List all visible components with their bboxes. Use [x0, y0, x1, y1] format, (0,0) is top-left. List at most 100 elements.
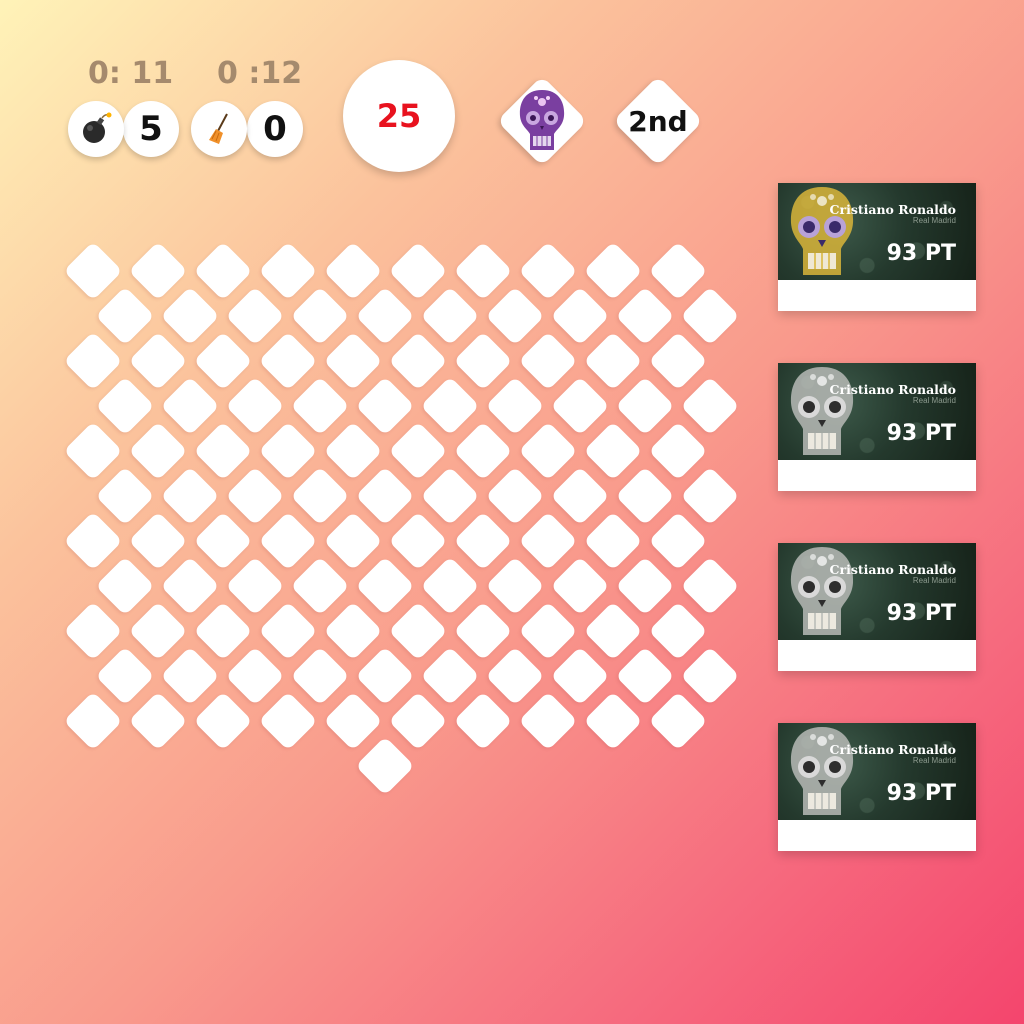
board-tile[interactable]	[160, 376, 220, 436]
board-tile[interactable]	[420, 286, 480, 346]
board-tile[interactable]	[485, 466, 545, 526]
board-tile[interactable]	[193, 691, 253, 751]
board-tile[interactable]	[518, 421, 578, 481]
board-tile[interactable]	[323, 331, 383, 391]
board-tile[interactable]	[648, 691, 708, 751]
board-tile[interactable]	[615, 556, 675, 616]
board-tile[interactable]	[648, 331, 708, 391]
board-tile[interactable]	[420, 466, 480, 526]
board-tile[interactable]	[485, 646, 545, 706]
board-tile[interactable]	[388, 601, 448, 661]
board-tile[interactable]	[193, 241, 253, 301]
board-tile[interactable]	[518, 691, 578, 751]
player-card[interactable]: Cristiano Ronaldo Real Madrid 93 PT	[778, 723, 976, 851]
board-tile[interactable]	[583, 241, 643, 301]
board-tile[interactable]	[355, 736, 415, 796]
board-tile[interactable]	[258, 511, 318, 571]
board-tile[interactable]	[583, 331, 643, 391]
board-tile[interactable]	[63, 241, 123, 301]
board-tile[interactable]	[193, 601, 253, 661]
board-tile[interactable]	[323, 691, 383, 751]
board-tile[interactable]	[453, 421, 513, 481]
board-tile[interactable]	[95, 466, 155, 526]
board-tile[interactable]	[388, 241, 448, 301]
board-tile[interactable]	[63, 511, 123, 571]
board-tile[interactable]	[615, 286, 675, 346]
board-tile[interactable]	[323, 511, 383, 571]
board-tile[interactable]	[258, 331, 318, 391]
board-tile[interactable]	[680, 286, 740, 346]
player-card[interactable]: Cristiano Ronaldo Real Madrid 93 PT	[778, 543, 976, 671]
board-tile[interactable]	[193, 421, 253, 481]
board-tile[interactable]	[323, 241, 383, 301]
board-tile[interactable]	[63, 691, 123, 751]
board-tile[interactable]	[258, 241, 318, 301]
board-tile[interactable]	[355, 376, 415, 436]
board-tile[interactable]	[680, 376, 740, 436]
board-tile[interactable]	[323, 421, 383, 481]
board-tile[interactable]	[680, 646, 740, 706]
board-tile[interactable]	[518, 601, 578, 661]
board-tile[interactable]	[160, 646, 220, 706]
board-tile[interactable]	[128, 691, 188, 751]
board-tile[interactable]	[355, 556, 415, 616]
board-tile[interactable]	[680, 466, 740, 526]
board-tile[interactable]	[485, 556, 545, 616]
board-tile[interactable]	[95, 646, 155, 706]
board-tile[interactable]	[453, 241, 513, 301]
board-tile[interactable]	[518, 511, 578, 571]
board-tile[interactable]	[160, 466, 220, 526]
board-tile[interactable]	[550, 646, 610, 706]
board-tile[interactable]	[128, 241, 188, 301]
board-tile[interactable]	[290, 556, 350, 616]
board-tile[interactable]	[290, 466, 350, 526]
board-tile[interactable]	[128, 511, 188, 571]
board-tile[interactable]	[225, 376, 285, 436]
board-tile[interactable]	[420, 646, 480, 706]
board-tile[interactable]	[160, 286, 220, 346]
board-tile[interactable]	[193, 511, 253, 571]
board-tile[interactable]	[160, 556, 220, 616]
board-tile[interactable]	[615, 646, 675, 706]
board-tile[interactable]	[128, 331, 188, 391]
board-tile[interactable]	[518, 331, 578, 391]
board-tile[interactable]	[550, 466, 610, 526]
board-tile[interactable]	[258, 601, 318, 661]
board-tile[interactable]	[583, 691, 643, 751]
board-tile[interactable]	[290, 376, 350, 436]
player-card[interactable]: Cristiano Ronaldo Real Madrid 93 PT	[778, 183, 976, 311]
board-tile[interactable]	[550, 556, 610, 616]
board-tile[interactable]	[95, 376, 155, 436]
board-tile[interactable]	[193, 331, 253, 391]
board-tile[interactable]	[355, 286, 415, 346]
board-tile[interactable]	[388, 421, 448, 481]
board-tile[interactable]	[420, 376, 480, 436]
board-tile[interactable]	[225, 466, 285, 526]
board-tile[interactable]	[648, 241, 708, 301]
board-tile[interactable]	[63, 331, 123, 391]
board-tile[interactable]	[95, 556, 155, 616]
board-tile[interactable]	[355, 466, 415, 526]
board-tile[interactable]	[388, 511, 448, 571]
board-tile[interactable]	[680, 556, 740, 616]
board-tile[interactable]	[648, 511, 708, 571]
board-tile[interactable]	[128, 601, 188, 661]
board-tile[interactable]	[128, 421, 188, 481]
board-tile[interactable]	[355, 646, 415, 706]
board-tile[interactable]	[518, 241, 578, 301]
board-tile[interactable]	[615, 376, 675, 436]
board-tile[interactable]	[453, 331, 513, 391]
board-tile[interactable]	[63, 601, 123, 661]
player-card[interactable]: Cristiano Ronaldo Real Madrid 93 PT	[778, 363, 976, 491]
board-tile[interactable]	[583, 601, 643, 661]
broom-button[interactable]	[191, 101, 247, 157]
board-tile[interactable]	[648, 421, 708, 481]
board-tile[interactable]	[453, 511, 513, 571]
board-tile[interactable]	[258, 691, 318, 751]
board-tile[interactable]	[388, 331, 448, 391]
board-tile[interactable]	[420, 556, 480, 616]
board-tile[interactable]	[63, 421, 123, 481]
board-tile[interactable]	[225, 556, 285, 616]
board-tile[interactable]	[290, 646, 350, 706]
board-tile[interactable]	[95, 286, 155, 346]
